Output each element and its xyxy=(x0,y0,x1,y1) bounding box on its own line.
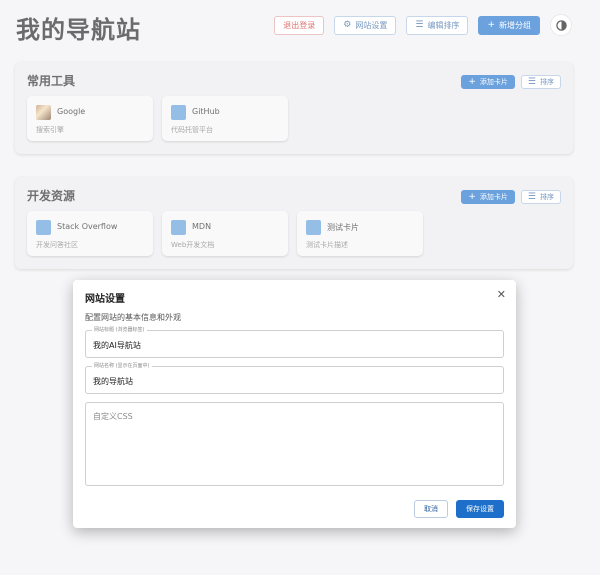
site-name-field[interactable]: 网站名称 (显示在页面中) 我的导航站 xyxy=(85,362,504,394)
custom-css-placeholder: 自定义CSS xyxy=(93,412,133,421)
custom-css-textarea[interactable]: 自定义CSS xyxy=(85,402,504,486)
field-legend: 网站标题 (浏览器标签) xyxy=(92,326,147,333)
cancel-label: 取消 xyxy=(424,505,438,513)
field-legend: 网站名称 (显示在页面中) xyxy=(92,362,152,369)
save-label: 保存设置 xyxy=(466,505,494,513)
site-settings-dialog: 网站设置 ✕ 配置网站的基本信息和外观 网站标题 (浏览器标签) 我的AI导航站… xyxy=(73,280,516,528)
dialog-subtitle: 配置网站的基本信息和外观 xyxy=(85,313,181,322)
dialog-title: 网站设置 xyxy=(85,294,125,305)
cancel-button[interactable]: 取消 xyxy=(414,500,448,518)
save-settings-button[interactable]: 保存设置 xyxy=(456,500,504,518)
site-title-value: 我的AI导航站 xyxy=(93,341,141,350)
dialog-footer: 取消 保存设置 xyxy=(414,500,504,518)
close-icon[interactable]: ✕ xyxy=(497,288,506,301)
site-title-field[interactable]: 网站标题 (浏览器标签) 我的AI导航站 xyxy=(85,326,504,358)
site-name-value: 我的导航站 xyxy=(93,377,133,386)
